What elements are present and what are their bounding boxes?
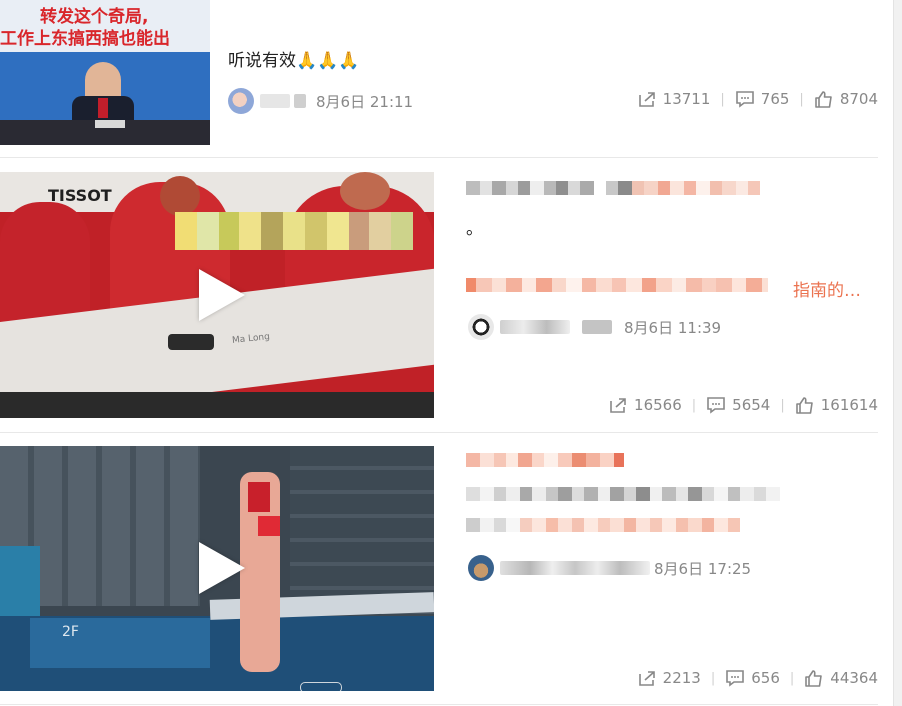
share-button[interactable]: 2213 <box>637 669 701 687</box>
like-count: 44364 <box>830 669 878 687</box>
post-hashtag-redacted[interactable] <box>466 518 740 532</box>
post-hashtag-redacted[interactable] <box>466 278 768 292</box>
play-icon[interactable] <box>188 266 246 324</box>
post-text-tail[interactable]: 指南的… <box>793 276 861 301</box>
share-count: 2213 <box>662 669 701 687</box>
blurred-subtitle <box>175 212 413 250</box>
post-meta: 8月6日 21:11 <box>228 88 413 114</box>
feed-card: 2F 8月6日 17:25 2213 | 656 | 44364 <box>0 433 880 706</box>
thumb-caption: 工作上东搞西搞也能出 <box>0 29 170 49</box>
comment-icon <box>735 91 754 108</box>
share-icon <box>610 398 626 413</box>
like-button[interactable]: 8704 <box>814 90 878 108</box>
video-thumbnail[interactable]: 2F <box>0 446 434 691</box>
post-date[interactable]: 8月6日 21:11 <box>316 91 413 112</box>
video-thumbnail[interactable]: TISSOT Ma Long <box>0 172 434 418</box>
post-stats: 16566 | 5654 | 161614 <box>608 396 878 414</box>
username-redacted[interactable] <box>500 320 570 334</box>
feed-list: 转发这个奇局, 工作上东搞西搞也能出 听说有效🙏🙏🙏 8月6日 21:11 13… <box>0 0 880 706</box>
like-count: 161614 <box>820 396 878 414</box>
post-date[interactable]: 8月6日 17:25 <box>654 558 751 579</box>
share-icon <box>638 671 655 686</box>
comment-count: 765 <box>760 90 790 108</box>
avatar[interactable] <box>468 314 494 340</box>
share-button[interactable]: 13711 <box>637 90 711 108</box>
comment-button[interactable]: 656 <box>725 669 780 687</box>
post-text: 。 <box>466 219 483 239</box>
comment-icon <box>707 397 725 414</box>
like-icon <box>805 670 823 687</box>
divider <box>0 704 878 705</box>
play-icon[interactable] <box>188 539 246 597</box>
post-stats: 2213 | 656 | 44364 <box>637 669 878 687</box>
like-button[interactable]: 161614 <box>795 396 878 414</box>
comment-count: 656 <box>751 669 780 687</box>
share-count: 13711 <box>662 90 711 108</box>
comment-icon <box>726 670 745 687</box>
avatar[interactable] <box>468 555 494 581</box>
post-meta: 8月6日 11:39 <box>468 314 721 340</box>
feed-card: TISSOT Ma Long 。 指南的… 8月6日 11:39 16566 |… <box>0 158 880 432</box>
like-icon <box>815 91 832 108</box>
avatar[interactable] <box>228 88 254 114</box>
post-stats: 13711 | 765 | 8704 <box>637 90 878 108</box>
post-text-redacted <box>466 487 780 501</box>
thumb-board: 2F <box>62 624 79 640</box>
post-title-redacted <box>466 181 760 195</box>
post-text: 听说有效🙏🙏🙏 <box>228 51 360 71</box>
scrollbar[interactable] <box>893 0 902 706</box>
share-count: 16566 <box>634 396 682 414</box>
comment-button[interactable]: 765 <box>735 90 790 108</box>
share-button[interactable]: 16566 <box>608 396 682 414</box>
username-redacted[interactable] <box>260 94 290 108</box>
like-button[interactable]: 44364 <box>804 669 878 687</box>
post-thumbnail[interactable]: 转发这个奇局, 工作上东搞西搞也能出 <box>0 0 210 145</box>
comment-count: 5654 <box>732 396 771 414</box>
comment-button[interactable]: 5654 <box>706 396 770 414</box>
username-redacted[interactable] <box>500 561 650 575</box>
post-meta: 8月6日 17:25 <box>468 555 751 581</box>
post-title-redacted <box>466 453 624 467</box>
post-date[interactable]: 8月6日 11:39 <box>624 317 721 338</box>
like-icon <box>795 397 813 414</box>
like-count: 8704 <box>839 90 878 108</box>
share-icon <box>638 92 655 107</box>
feed-card: 转发这个奇局, 工作上东搞西搞也能出 听说有效🙏🙏🙏 8月6日 21:11 13… <box>0 0 880 156</box>
